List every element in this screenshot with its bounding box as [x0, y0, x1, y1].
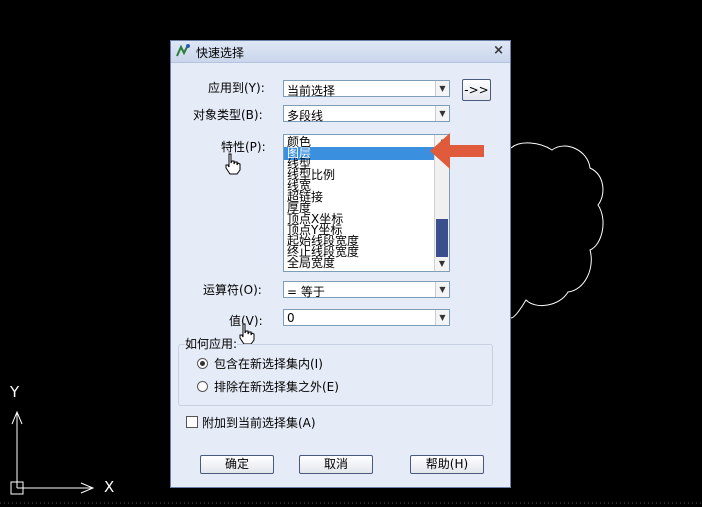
append-checkbox-label[interactable]: 附加到当前选择集(A)	[202, 414, 316, 431]
value-value: 0	[287, 311, 295, 325]
how-to-apply-label: 如何应用:	[185, 335, 238, 352]
how-to-apply-group: 包含在新选择集内(I) 排除在新选择集之外(E)	[178, 344, 493, 406]
operator-value: = 等于	[287, 285, 325, 299]
select-objects-button[interactable]: ->>	[462, 79, 491, 101]
close-button[interactable]: ×	[493, 43, 504, 58]
quick-select-dialog: 快速选择 × 应用到(Y): 当前选择 ▼ ->> 对象类型(B): 多段线 ▼…	[170, 40, 511, 488]
chevron-down-icon: ▼	[435, 310, 449, 325]
value-select[interactable]: 0 ▼	[283, 309, 450, 326]
append-checkbox[interactable]	[186, 416, 198, 428]
cloud-shape	[510, 142, 604, 319]
properties-list-item[interactable]: 全局宽度	[287, 257, 335, 270]
include-option-label[interactable]: 包含在新选择集内(I)	[214, 355, 323, 372]
chevron-down-icon: ▼	[435, 81, 449, 96]
annotation-arrow-icon	[430, 133, 484, 169]
properties-listbox[interactable]: 颜色 图层 线型 线型比例 线宽 超链接 厚度 顶点X坐标 顶点Y坐标 起始线段宽度 终止线段宽度全…	[283, 134, 450, 272]
chevron-down-icon: ▼	[435, 106, 449, 121]
axis-y-label: Y	[10, 383, 20, 401]
apply-to-select[interactable]: 当前选择 ▼	[283, 80, 450, 98]
exclude-radio[interactable]	[197, 381, 208, 392]
apply-to-value: 当前选择	[287, 84, 336, 98]
operator-select[interactable]: = 等于 ▼	[283, 281, 450, 299]
axis-x-label: X	[104, 478, 115, 496]
chevron-down-icon: ▼	[435, 282, 449, 297]
radio-dot-icon	[200, 361, 205, 366]
scroll-down-icon[interactable]: ▼	[435, 257, 449, 271]
hand-cursor-icon	[239, 323, 255, 345]
ok-button[interactable]: 确定	[200, 455, 274, 474]
quick-select-icon	[176, 44, 190, 57]
scroll-thumb[interactable]	[436, 219, 448, 257]
object-type-label: 对象类型(B):	[193, 108, 263, 122]
object-type-value: 多段线	[287, 109, 324, 123]
hand-cursor-icon	[225, 153, 241, 175]
cancel-button[interactable]: 取消	[299, 455, 373, 474]
apply-to-label: 应用到(Y):	[208, 81, 265, 95]
dialog-title: 快速选择	[196, 46, 245, 60]
include-radio[interactable]	[197, 358, 208, 369]
object-type-select[interactable]: 多段线 ▼	[283, 105, 450, 123]
title-bar[interactable]: 快速选择 ×	[171, 41, 510, 63]
ucs-icon	[10, 410, 95, 495]
exclude-option-label[interactable]: 排除在新选择集之外(E)	[214, 378, 339, 395]
operator-label: 运算符(O):	[203, 283, 262, 297]
help-button[interactable]: 帮助(H)	[410, 455, 484, 474]
